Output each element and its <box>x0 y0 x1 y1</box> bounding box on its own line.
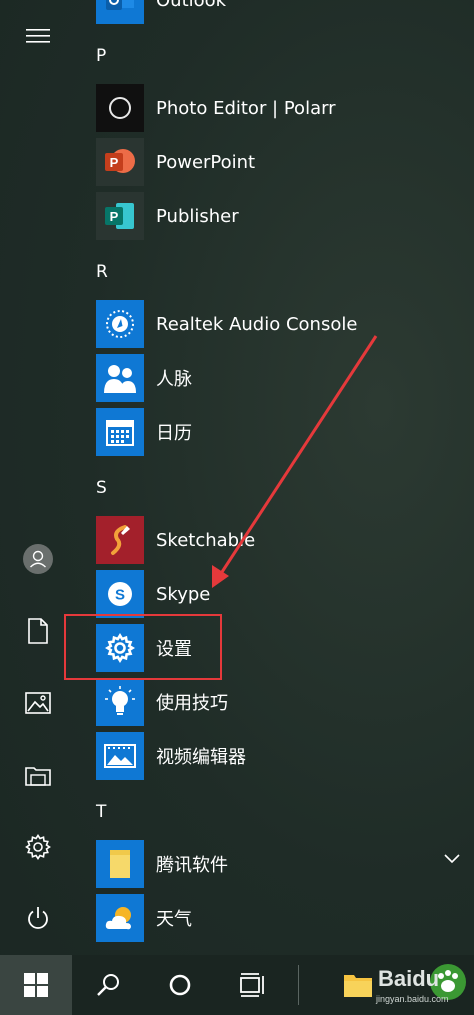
hamburger-icon <box>26 29 50 43</box>
app-tips[interactable]: 使用技巧 <box>96 678 472 726</box>
app-label: 腾讯软件 <box>156 855 228 876</box>
polarr-icon <box>109 97 131 119</box>
video-editor-tile <box>96 732 144 780</box>
realtek-tile <box>96 300 144 348</box>
search-button[interactable] <box>84 955 132 1015</box>
section-header-p[interactable]: P <box>96 46 106 66</box>
picture-icon <box>25 692 51 714</box>
photo-editor-tile <box>96 84 144 132</box>
gear-icon <box>25 834 51 860</box>
section-header-s[interactable]: S <box>96 478 107 498</box>
section-header-t[interactable]: T <box>96 802 106 822</box>
app-realtek-audio[interactable]: Realtek Audio Console <box>96 300 472 348</box>
chevron-down-icon[interactable] <box>444 854 460 864</box>
publisher-icon: P <box>105 203 134 229</box>
app-outlook[interactable]: Outlook <box>96 0 472 24</box>
app-label: Publisher <box>156 205 239 227</box>
svg-text:P: P <box>110 209 119 224</box>
calendar-icon <box>106 420 134 446</box>
powerpoint-icon: P <box>105 149 135 173</box>
start-button[interactable] <box>0 955 72 1015</box>
sketchable-icon <box>111 525 130 555</box>
power-icon <box>28 907 48 929</box>
file-explorer-button[interactable] <box>14 751 62 799</box>
sketchable-tile <box>96 516 144 564</box>
outlook-icon <box>106 0 134 10</box>
user-avatar-icon <box>23 544 53 574</box>
audio-dial-icon <box>106 310 134 338</box>
folder-yellow-icon <box>110 850 130 878</box>
people-icon <box>104 365 136 393</box>
task-view-icon <box>240 973 264 997</box>
app-label: Skype <box>156 583 211 605</box>
app-label: 视频编辑器 <box>156 747 246 768</box>
documents-button[interactable] <box>14 607 62 655</box>
cortana-icon <box>169 974 191 996</box>
search-icon <box>97 974 119 996</box>
video-editor-icon <box>104 744 136 768</box>
powerpoint-tile: P <box>96 138 144 186</box>
pictures-button[interactable] <box>14 679 62 727</box>
app-label: Outlook <box>156 0 227 11</box>
power-button[interactable] <box>14 895 62 943</box>
baidu-watermark: Baidu jingyan.baidu.com <box>348 960 468 1012</box>
app-powerpoint[interactable]: P PowerPoint <box>96 138 472 186</box>
outlook-tile <box>96 0 144 24</box>
task-view-button[interactable] <box>228 955 276 1015</box>
lightbulb-icon <box>105 686 135 715</box>
app-photo-editor[interactable]: Photo Editor | Polarr <box>96 84 472 132</box>
skype-icon: S <box>108 582 132 606</box>
people-tile <box>96 354 144 402</box>
section-header-r[interactable]: R <box>96 262 108 282</box>
start-menu-rail <box>0 0 76 955</box>
app-label: 使用技巧 <box>156 693 228 714</box>
weather-tile <box>96 894 144 942</box>
tencent-tile <box>96 840 144 888</box>
app-label: 天气 <box>156 909 192 930</box>
app-label: Sketchable <box>156 529 256 551</box>
folder-icon <box>25 767 51 786</box>
svg-text:P: P <box>110 155 119 170</box>
windows-logo-icon <box>24 973 48 997</box>
app-label: 人脉 <box>156 369 192 390</box>
settings-highlight-box <box>64 614 222 680</box>
baidu-url-text: jingyan.baidu.com <box>376 994 449 1004</box>
hamburger-menu-button[interactable] <box>14 12 62 60</box>
app-publisher[interactable]: P Publisher <box>96 192 472 240</box>
app-label: Photo Editor | Polarr <box>156 97 336 119</box>
app-tencent-folder[interactable]: 腾讯软件 <box>96 840 472 888</box>
calendar-tile <box>96 408 144 456</box>
baidu-brand-text: Baidu <box>378 966 440 991</box>
app-label: PowerPoint <box>156 151 256 173</box>
svg-text:S: S <box>115 587 125 604</box>
app-calendar[interactable]: 日历 <box>96 408 472 456</box>
app-video-editor[interactable]: 视频编辑器 <box>96 732 472 780</box>
app-label: Realtek Audio Console <box>156 313 358 335</box>
app-skype[interactable]: S Skype <box>96 570 472 618</box>
app-people[interactable]: 人脉 <box>96 354 472 402</box>
taskbar-divider <box>298 965 299 1005</box>
skype-tile: S <box>96 570 144 618</box>
user-account-button[interactable] <box>14 535 62 583</box>
cortana-button[interactable] <box>156 955 204 1015</box>
app-label: 日历 <box>156 423 192 444</box>
app-sketchable[interactable]: Sketchable <box>96 516 472 564</box>
weather-icon <box>105 907 131 930</box>
publisher-tile: P <box>96 192 144 240</box>
app-list: Outlook P Photo Editor | Polarr P PowerP… <box>76 0 474 955</box>
tips-tile <box>96 678 144 726</box>
app-weather[interactable]: 天气 <box>96 894 472 942</box>
settings-rail-button[interactable] <box>14 823 62 871</box>
document-icon <box>28 618 48 644</box>
